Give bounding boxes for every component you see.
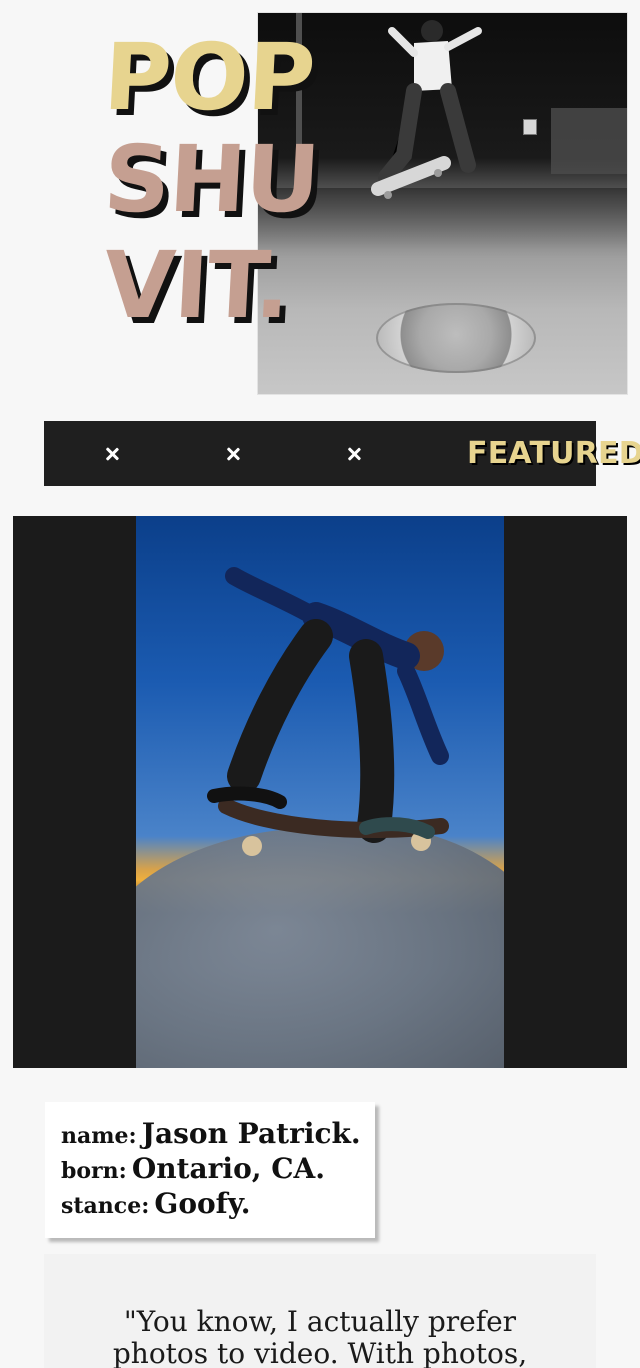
close-icon[interactable] — [104, 446, 120, 462]
quote-line-2: photos to video. With photos, — [112, 1337, 528, 1368]
profile-stance-key: stance: — [61, 1193, 150, 1219]
profile-born-value: Ontario, CA. — [131, 1152, 326, 1185]
hero-photo-sign — [523, 119, 537, 135]
hero-photo-manhole — [376, 303, 536, 373]
hero-title-line-1: POP — [101, 24, 317, 131]
close-icon[interactable] — [225, 446, 241, 462]
hero-photo-building — [551, 108, 627, 174]
featured-photo — [136, 516, 504, 1068]
profile-stance-value: Goofy. — [154, 1187, 251, 1220]
profile-born-line: born: Ontario, CA. — [61, 1151, 375, 1186]
featured-skater-illustration — [207, 567, 449, 856]
profile-name-key: name: — [61, 1123, 137, 1149]
profile-name-value: Jason Patrick. — [141, 1117, 361, 1150]
hero-title-line-3: VIT. — [101, 232, 293, 339]
hero-title: POP SHU VIT. — [101, 24, 322, 372]
featured-bar: FEATURED: — [44, 421, 640, 486]
hero-skater-illustration — [371, 20, 482, 199]
close-icon[interactable] — [346, 446, 362, 462]
profile-stance-line: stance: Goofy. — [61, 1186, 375, 1221]
quote-text: "You know, I actually prefer photos to v… — [44, 1306, 596, 1368]
profile-born-key: born: — [61, 1158, 127, 1184]
quote-line-1: "You know, I actually prefer — [123, 1305, 517, 1338]
featured-label: FEATURED: — [467, 436, 640, 471]
hero-title-line-2: SHU — [101, 126, 322, 233]
profile-card: name: Jason Patrick. born: Ontario, CA. … — [45, 1102, 375, 1238]
featured-photo-frame — [13, 516, 627, 1068]
hero-section: POP SHU VIT. — [0, 0, 640, 400]
profile-name-line: name: Jason Patrick. — [61, 1116, 375, 1151]
quote-card: "You know, I actually prefer photos to v… — [44, 1254, 596, 1368]
